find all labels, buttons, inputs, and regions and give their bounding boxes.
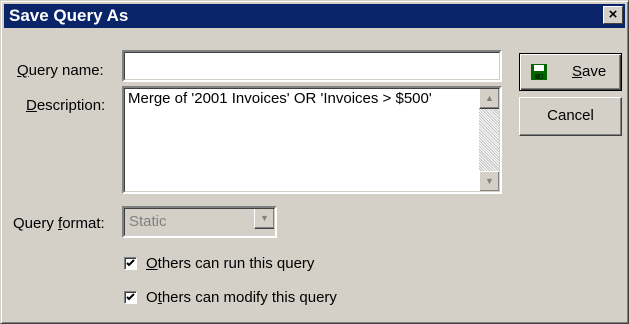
description-scrollbar[interactable]: ▲ ▼ [479, 88, 500, 192]
save-button[interactable]: Save [519, 53, 622, 91]
dropdown-button[interactable]: ▼ [254, 208, 275, 229]
others-can-modify-checkbox[interactable] [124, 291, 137, 304]
query-format-select[interactable]: Static ▼ [122, 206, 277, 238]
query-format-value: Static [129, 213, 167, 230]
others-can-run-label[interactable]: Others can run this query [146, 255, 314, 273]
query-name-input-box[interactable] [122, 50, 502, 82]
chevron-down-icon: ▼ [260, 213, 269, 223]
checkmark-icon [126, 259, 135, 267]
scroll-up-button[interactable]: ▲ [479, 88, 500, 109]
save-label: Save [572, 63, 607, 80]
others-can-modify-label[interactable]: Others can modify this query [146, 289, 337, 307]
checkmark-icon [126, 293, 135, 301]
cancel-button[interactable]: Cancel [519, 97, 622, 136]
scroll-down-button[interactable]: ▼ [479, 171, 500, 192]
query-name-label: Query name: [17, 62, 104, 79]
close-button[interactable]: × [603, 6, 623, 24]
description-textarea[interactable]: Merge of '2001 Invoices' OR 'Invoices > … [122, 86, 502, 194]
description-label: Description: [26, 97, 106, 114]
query-format-label: Query format: [13, 215, 105, 232]
floppy-disk-icon [531, 64, 547, 80]
title-bar: Save Query As × [4, 4, 625, 28]
save-query-as-dialog: Save Query As × Query name: Description:… [0, 0, 629, 324]
description-value[interactable]: Merge of '2001 Invoices' OR 'Invoices > … [128, 90, 468, 107]
arrow-down-icon: ▼ [485, 176, 494, 186]
close-icon: × [608, 6, 618, 23]
query-name-input[interactable] [126, 54, 490, 78]
arrow-up-icon: ▲ [485, 93, 494, 103]
others-can-run-checkbox[interactable] [124, 257, 137, 270]
dialog-title: Save Query As [9, 6, 129, 25]
